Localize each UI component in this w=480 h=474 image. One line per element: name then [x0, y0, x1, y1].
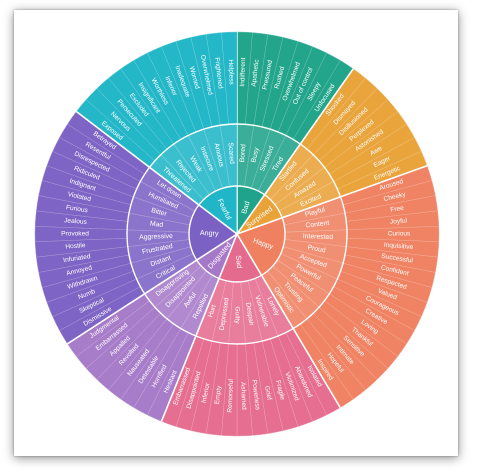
middle-label-bored: Bored — [239, 144, 247, 163]
outer-label-remorseful: Remorseful — [227, 378, 235, 412]
outer-label-indifferent: Indifferent — [239, 57, 247, 87]
core-label-angry: Angry — [200, 228, 220, 238]
outer-label-curious: Curious — [388, 231, 411, 238]
outer-label-joyful: Joyful — [390, 217, 408, 225]
outer-label-provoked: Provoked — [61, 231, 89, 238]
wheel-slices — [34, 31, 440, 437]
wheel-card: Bad Bored Indifferent Apathetic Busy Pressure… — [14, 10, 458, 456]
outer-label-ashamed: Ashamed — [239, 382, 247, 410]
middle-label-aggressive: Aggressive — [139, 233, 173, 241]
emotion-wheel: BadBoredIndifferent ApatheticBusyPressure… — [34, 31, 440, 437]
core-label-sad: Sad — [234, 255, 244, 268]
middle-label-interested: Interested — [303, 233, 334, 241]
outer-label-helpless: Helpless — [227, 59, 235, 85]
middle-label-guilty: Guilty — [234, 306, 241, 324]
